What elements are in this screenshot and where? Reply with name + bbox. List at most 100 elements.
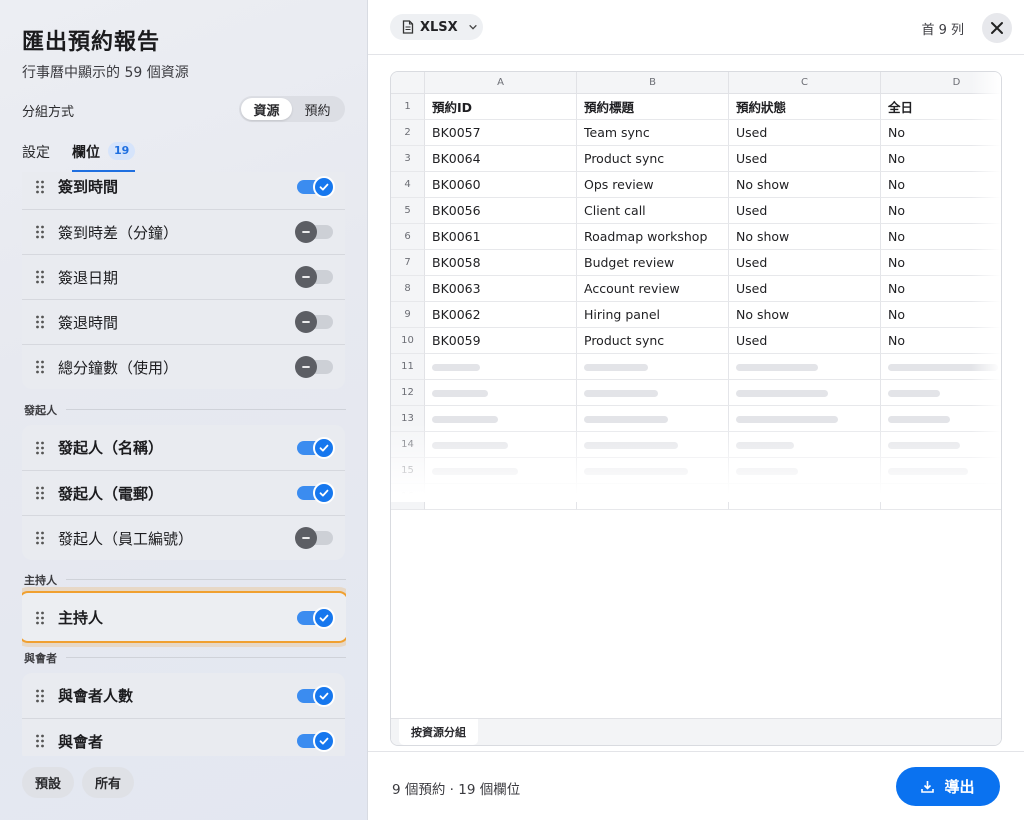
check-icon bbox=[313, 730, 335, 752]
drag-handle-icon[interactable] bbox=[22, 689, 58, 703]
tab-fields-label: 欄位 bbox=[72, 145, 100, 161]
section-heading: 與會者 bbox=[24, 652, 57, 665]
field-row: 與會者 bbox=[22, 718, 345, 756]
preview-topbar: XLSX 首 9 列 bbox=[368, 0, 1024, 55]
field-card: 簽到時間簽到時差（分鐘） 簽退日期 簽退時間 總分鐘數（使用） bbox=[22, 172, 345, 389]
field-toggle[interactable] bbox=[295, 221, 333, 243]
table-cell: BK0058 bbox=[425, 250, 577, 276]
table-cell: Ops review bbox=[577, 172, 729, 198]
field-toggle[interactable] bbox=[295, 266, 333, 288]
field-label: 主持人 bbox=[58, 609, 104, 627]
export-settings-panel: 匯出預約報告 行事曆中顯示的 59 個資源 分組方式 資源 預約 設定 欄位 1… bbox=[0, 0, 368, 820]
field-toggle[interactable] bbox=[295, 527, 333, 549]
export-button[interactable]: 導出 bbox=[896, 767, 1000, 806]
table-cell: BK0064 bbox=[425, 146, 577, 172]
drag-handle-icon[interactable] bbox=[22, 486, 58, 500]
field-toggle[interactable] bbox=[297, 436, 335, 459]
table-cell: Used bbox=[729, 198, 881, 224]
table-cell: Used bbox=[729, 328, 881, 354]
field-toggle[interactable] bbox=[297, 730, 335, 752]
skeleton-bar bbox=[736, 364, 818, 371]
drag-handle-icon[interactable] bbox=[22, 180, 58, 194]
chevron-down-icon bbox=[468, 24, 477, 30]
export-label: 導出 bbox=[944, 778, 975, 796]
field-row: 發起人（名稱） bbox=[22, 425, 345, 470]
group-by-label: 分組方式 bbox=[22, 105, 75, 120]
drag-handle-icon[interactable] bbox=[22, 441, 58, 455]
drag-handle-icon[interactable] bbox=[22, 531, 58, 545]
drag-handle-icon[interactable] bbox=[22, 315, 58, 329]
check-icon bbox=[313, 436, 335, 459]
skeleton-bar bbox=[584, 364, 648, 371]
field-label: 發起人（名稱） bbox=[58, 439, 164, 457]
field-row: 簽退時間 bbox=[22, 299, 345, 344]
field-label: 簽到時間 bbox=[58, 178, 119, 196]
field-card: 發起人（名稱） 發起人（電郵） 發起人（員工編號） bbox=[22, 425, 345, 560]
spreadsheet-preview: A B C D 1 預約ID 預約標題 預約狀態 全日 2 BK0057 Team sync Used N… bbox=[390, 71, 1002, 746]
skeleton-bar bbox=[432, 364, 480, 371]
table-cell: Used bbox=[729, 276, 881, 302]
row-number: 6 bbox=[391, 224, 425, 250]
close-button[interactable] bbox=[982, 13, 1012, 43]
check-icon bbox=[313, 482, 335, 504]
field-label: 發起人（電郵） bbox=[58, 484, 164, 503]
table-cell: BK0059 bbox=[425, 328, 577, 354]
preview-row-count: 首 9 列 bbox=[921, 23, 964, 38]
drag-handle-icon[interactable] bbox=[22, 225, 58, 239]
group-by-toggle: 資源 預約 bbox=[239, 96, 345, 122]
tab-fields[interactable]: 欄位 19 bbox=[72, 140, 136, 172]
table-cell: Client call bbox=[577, 198, 729, 224]
table-cell: BK0061 bbox=[425, 224, 577, 250]
skeleton-bar bbox=[736, 390, 828, 397]
table-cell: No show bbox=[729, 172, 881, 198]
sheet-tab[interactable]: 按資源分組 bbox=[399, 719, 478, 745]
skeleton-bar bbox=[888, 390, 940, 397]
field-toggle[interactable] bbox=[295, 356, 333, 378]
drag-handle-icon[interactable] bbox=[22, 611, 58, 625]
field-label: 與會者人數 bbox=[58, 687, 134, 705]
tab-settings[interactable]: 設定 bbox=[22, 140, 50, 172]
table-cell: Used bbox=[729, 146, 881, 172]
table-cell: BK0063 bbox=[425, 276, 577, 302]
table-header-cell: 預約標題 bbox=[577, 94, 729, 120]
table-cell: Budget review bbox=[577, 250, 729, 276]
download-icon bbox=[921, 781, 935, 793]
default-button[interactable]: 預設 bbox=[22, 767, 74, 798]
placeholder-cell bbox=[577, 354, 729, 380]
row-number: 4 bbox=[391, 172, 425, 198]
drag-handle-icon[interactable] bbox=[22, 360, 58, 374]
field-toggle[interactable] bbox=[297, 684, 335, 707]
field-row: 總分鐘數（使用） bbox=[22, 344, 345, 389]
field-toggle[interactable] bbox=[297, 606, 335, 629]
format-dropdown[interactable]: XLSX bbox=[390, 14, 483, 40]
check-icon bbox=[313, 684, 335, 707]
drag-handle-icon[interactable] bbox=[22, 734, 58, 748]
field-label: 簽到時差（分鐘） bbox=[58, 223, 179, 242]
group-by-resource-button[interactable]: 資源 bbox=[241, 98, 292, 120]
field-toggle[interactable] bbox=[295, 311, 333, 333]
fields-count-badge: 19 bbox=[108, 142, 136, 160]
field-toggle[interactable] bbox=[297, 482, 335, 504]
field-row: 與會者人數 bbox=[22, 673, 345, 718]
field-row: 發起人（電郵） bbox=[22, 470, 345, 515]
table-cell: Team sync bbox=[577, 120, 729, 146]
drag-handle-icon[interactable] bbox=[22, 270, 58, 284]
sheet-right-fade bbox=[971, 72, 1001, 502]
section-divider bbox=[66, 579, 346, 580]
check-icon bbox=[313, 606, 335, 629]
field-label: 與會者 bbox=[58, 732, 104, 751]
row-number: 8 bbox=[391, 276, 425, 302]
minus-icon bbox=[295, 311, 317, 333]
field-row: 簽退日期 bbox=[22, 254, 345, 299]
table-cell: Account review bbox=[577, 276, 729, 302]
field-card: 與會者人數 與會者 bbox=[22, 673, 345, 756]
skeleton-bar bbox=[584, 390, 658, 397]
placeholder-cell bbox=[425, 354, 577, 380]
row-number: 1 bbox=[391, 94, 425, 120]
skeleton-bar bbox=[432, 390, 488, 397]
all-button[interactable]: 所有 bbox=[82, 767, 134, 798]
export-summary: 9 個預約 · 19 個欄位 bbox=[392, 782, 521, 798]
field-list[interactable]: 簽到時間 簽到時差（分鐘） 簽退日期 簽退時間 總分鐘數（使用） 發起人 發起人（名稱） 發起… bbox=[22, 172, 346, 756]
field-toggle[interactable] bbox=[297, 175, 335, 198]
group-by-booking-button[interactable]: 預約 bbox=[292, 98, 343, 120]
